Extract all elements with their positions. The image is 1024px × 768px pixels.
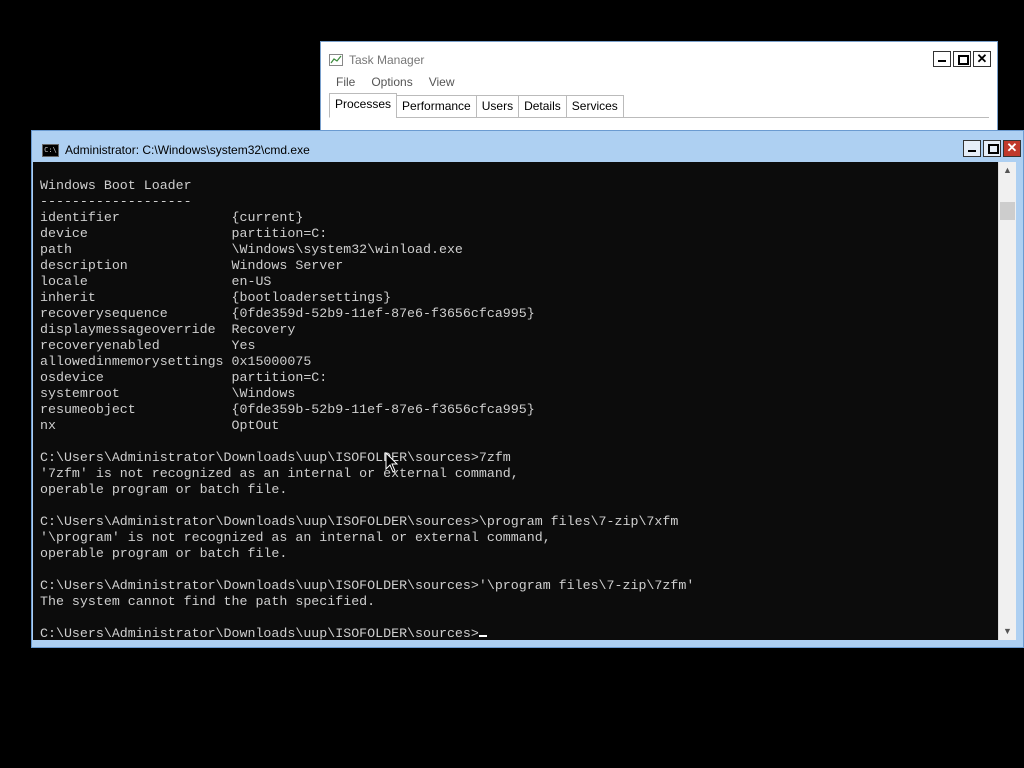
tm-close-button[interactable]: ✕ bbox=[973, 51, 991, 67]
tm-maximize-button[interactable] bbox=[953, 51, 971, 67]
console-line: '\program' is not recognized as an inter… bbox=[40, 530, 551, 545]
tab-processes[interactable]: Processes bbox=[329, 93, 398, 118]
console-line: ------------------- bbox=[40, 194, 192, 209]
menu-view[interactable]: View bbox=[429, 75, 455, 89]
cmd-minimize-button[interactable] bbox=[963, 140, 981, 157]
console-line: The system cannot find the path specifie… bbox=[40, 594, 376, 609]
console-line: nx OptOut bbox=[40, 418, 280, 433]
console-prompt: C:\Users\Administrator\Downloads\uup\ISO… bbox=[40, 626, 479, 640]
console-line: allowedinmemorysettings 0x15000075 bbox=[40, 354, 312, 369]
console-line: path \Windows\system32\winload.exe bbox=[40, 242, 463, 257]
console-line: '7zfm' is not recognized as an internal … bbox=[40, 466, 519, 481]
scroll-up-arrow-icon[interactable]: ▲ bbox=[999, 162, 1016, 179]
console-line: operable program or batch file. bbox=[40, 482, 288, 497]
console-line: locale en-US bbox=[40, 274, 272, 289]
scroll-down-arrow-icon[interactable]: ▼ bbox=[999, 623, 1016, 640]
cmd-close-button[interactable]: ✕ bbox=[1003, 140, 1021, 157]
console-line: osdevice partition=C: bbox=[40, 370, 328, 385]
console-line: inherit {bootloadersettings} bbox=[40, 290, 392, 305]
console-line: identifier {current} bbox=[40, 210, 304, 225]
cmd-icon: C:\ bbox=[42, 143, 59, 157]
console-line: Windows Boot Loader bbox=[40, 178, 192, 193]
console-line: displaymessageoverride Recovery bbox=[40, 322, 296, 337]
task-manager-window[interactable]: Task Manager ✕ File Options View Process… bbox=[320, 41, 998, 141]
scrollbar-thumb[interactable] bbox=[1000, 202, 1015, 220]
task-manager-titlebar[interactable]: Task Manager bbox=[329, 53, 424, 67]
task-manager-title: Task Manager bbox=[349, 53, 425, 67]
vertical-scrollbar[interactable]: ▲ ▼ bbox=[998, 162, 1016, 640]
console-line: C:\Users\Administrator\Downloads\uup\ISO… bbox=[40, 514, 679, 529]
tab-users[interactable]: Users bbox=[475, 95, 520, 118]
tm-minimize-button[interactable] bbox=[933, 51, 951, 67]
cmd-maximize-button[interactable] bbox=[983, 140, 1001, 157]
console-line: operable program or batch file. bbox=[40, 546, 288, 561]
mouse-pointer-icon bbox=[385, 452, 399, 473]
console-text: Windows Boot Loader ------------------- … bbox=[33, 162, 999, 640]
console-lines: Windows Boot Loader ------------------- … bbox=[40, 178, 694, 609]
task-manager-icon bbox=[329, 53, 343, 67]
tab-performance[interactable]: Performance bbox=[396, 95, 477, 118]
console-line: recoveryenabled Yes bbox=[40, 338, 256, 353]
console-line: recoverysequence {0fde359d-52b9-11ef-87e… bbox=[40, 306, 535, 321]
tm-menubar: File Options View bbox=[336, 75, 471, 89]
console-line: resumeobject {0fde359b-52b9-11ef-87e6-f3… bbox=[40, 402, 535, 417]
cmd-window[interactable]: C:\ Administrator: C:\Windows\system32\c… bbox=[31, 130, 1024, 648]
cmd-titlebar[interactable]: C:\ Administrator: C:\Windows\system32\c… bbox=[42, 143, 310, 157]
console-line: systemroot \Windows bbox=[40, 386, 296, 401]
text-cursor bbox=[478, 635, 487, 637]
cmd-title: Administrator: C:\Windows\system32\cmd.e… bbox=[65, 143, 310, 157]
tm-tab-strip: Processes Performance Users Details Serv… bbox=[329, 93, 624, 118]
console-line: device partition=C: bbox=[40, 226, 328, 241]
tab-services[interactable]: Services bbox=[565, 95, 624, 118]
menu-options[interactable]: Options bbox=[371, 75, 412, 89]
console-line: description Windows Server bbox=[40, 258, 344, 273]
menu-file[interactable]: File bbox=[336, 75, 355, 89]
console-output[interactable]: Windows Boot Loader ------------------- … bbox=[33, 162, 999, 640]
console-line: C:\Users\Administrator\Downloads\uup\ISO… bbox=[40, 578, 695, 593]
tab-details[interactable]: Details bbox=[518, 95, 567, 118]
console-line: C:\Users\Administrator\Downloads\uup\ISO… bbox=[40, 450, 511, 465]
